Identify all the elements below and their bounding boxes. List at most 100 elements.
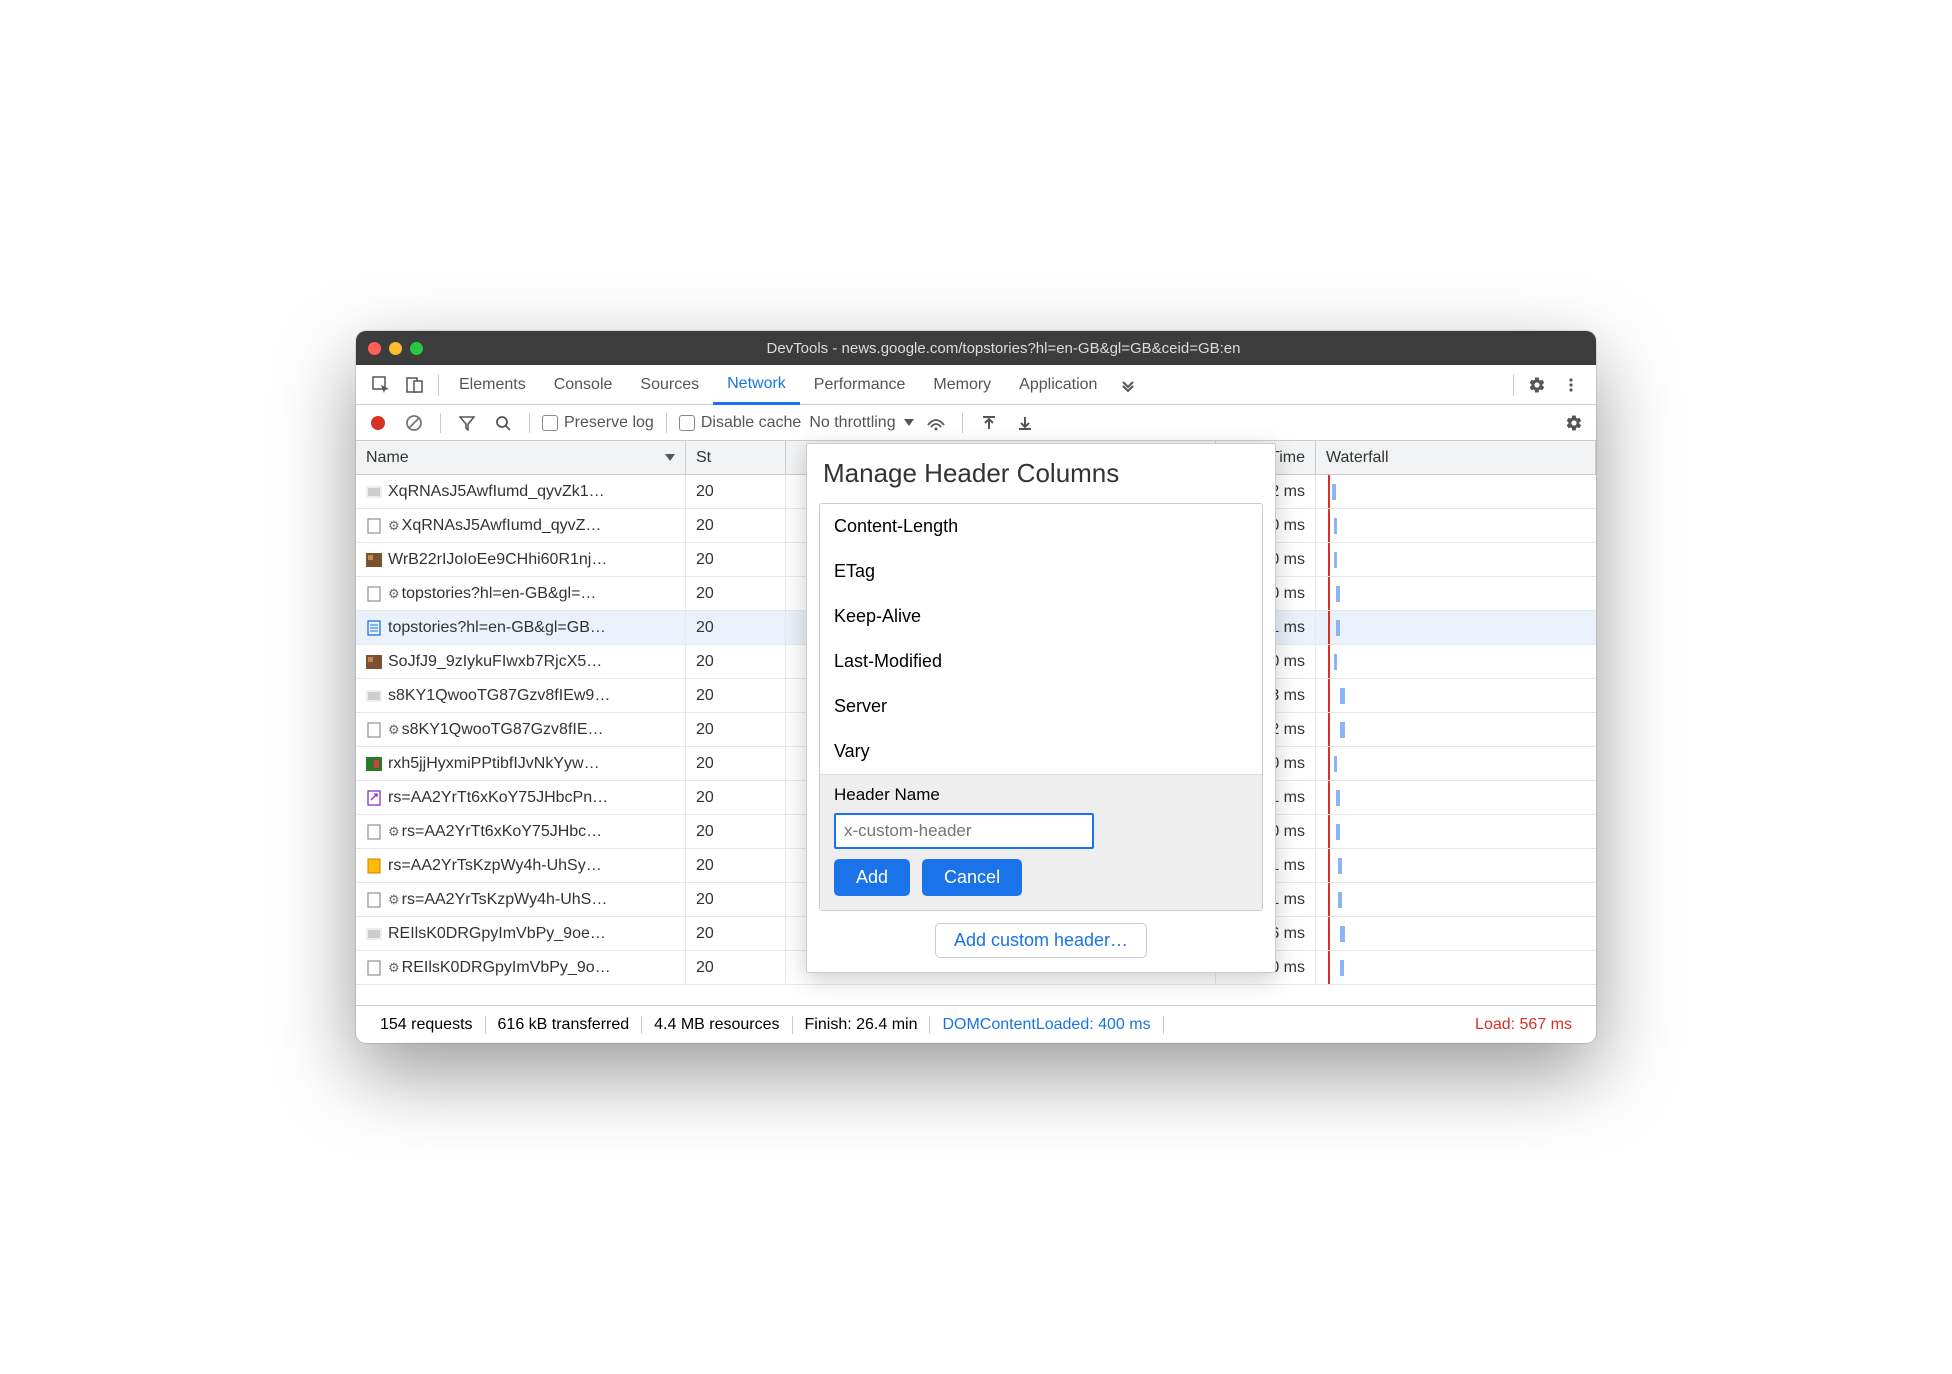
separator bbox=[1513, 374, 1514, 396]
request-name: s8KY1QwooTG87Gzv8fIE… bbox=[388, 721, 604, 739]
request-name: rs=AA2YrTt6xKoY75JHbcPn… bbox=[388, 789, 608, 807]
waterfall-marker bbox=[1328, 747, 1330, 780]
cell-name: WrB22rIJoIoEe9CHhi60R1nj… bbox=[356, 543, 686, 576]
add-custom-header-button[interactable]: Add custom header… bbox=[935, 923, 1147, 958]
cell-waterfall bbox=[1316, 475, 1596, 508]
cell-name: rs=AA2YrTt6xKoY75JHbcPn… bbox=[356, 781, 686, 814]
cell-waterfall bbox=[1316, 883, 1596, 916]
waterfall-bar bbox=[1334, 654, 1337, 670]
more-tabs-icon[interactable] bbox=[1111, 368, 1145, 402]
cell-name: s8KY1QwooTG87Gzv8fIEw9… bbox=[356, 679, 686, 712]
request-name: s8KY1QwooTG87Gzv8fIEw9… bbox=[388, 687, 610, 705]
close-window-button[interactable] bbox=[368, 342, 381, 355]
waterfall-marker bbox=[1328, 543, 1330, 576]
settings-icon[interactable] bbox=[1520, 368, 1554, 402]
request-name: rs=AA2YrTsKzpWy4h-UhS… bbox=[388, 891, 607, 909]
request-name: rxh5jjHyxmiPPtibfIJvNkYyw… bbox=[388, 755, 600, 773]
img-file-icon bbox=[366, 688, 382, 704]
network-conditions-icon[interactable] bbox=[922, 409, 950, 437]
header-list-item[interactable]: Content-Length bbox=[820, 504, 1262, 549]
devtools-window: DevTools - news.google.com/topstories?hl… bbox=[356, 331, 1596, 1043]
header-list-item[interactable]: Server bbox=[820, 684, 1262, 729]
header-list-item[interactable]: Keep-Alive bbox=[820, 594, 1262, 639]
search-icon[interactable] bbox=[489, 409, 517, 437]
tab-application[interactable]: Application bbox=[1005, 365, 1111, 404]
add-button[interactable]: Add bbox=[834, 859, 910, 896]
waterfall-bar bbox=[1338, 892, 1342, 908]
status-finish: Finish: 26.4 min bbox=[793, 1016, 931, 1034]
cell-name: s8KY1QwooTG87Gzv8fIE… bbox=[356, 713, 686, 746]
waterfall-bar bbox=[1340, 926, 1345, 942]
ext-file-icon bbox=[366, 790, 382, 806]
waterfall-marker bbox=[1328, 509, 1330, 542]
waterfall-marker bbox=[1328, 475, 1330, 508]
inspect-element-icon[interactable] bbox=[364, 368, 398, 402]
cell-status: 20 bbox=[686, 543, 786, 576]
filter-icon[interactable] bbox=[453, 409, 481, 437]
preserve-log-checkbox[interactable]: Preserve log bbox=[542, 414, 654, 432]
statusbar: 154 requests 616 kB transferred 4.4 MB r… bbox=[356, 1005, 1596, 1043]
column-header-waterfall[interactable]: Waterfall bbox=[1316, 441, 1596, 474]
cell-name: REIlsK0DRGpyImVbPy_9o… bbox=[356, 951, 686, 984]
request-name: rs=AA2YrTt6xKoY75JHbc… bbox=[388, 823, 602, 841]
waterfall-bar bbox=[1332, 484, 1336, 500]
cell-status: 20 bbox=[686, 679, 786, 712]
kebab-menu-icon[interactable] bbox=[1554, 368, 1588, 402]
manage-header-columns-dialog: Manage Header Columns Content-LengthETag… bbox=[806, 443, 1276, 973]
waterfall-bar bbox=[1336, 824, 1340, 840]
cell-waterfall bbox=[1316, 815, 1596, 848]
header-list-item[interactable]: Vary bbox=[820, 729, 1262, 774]
status-resources: 4.4 MB resources bbox=[642, 1016, 792, 1034]
chevron-down-icon bbox=[904, 419, 914, 426]
cell-status: 20 bbox=[686, 849, 786, 882]
cell-status: 20 bbox=[686, 747, 786, 780]
cell-waterfall bbox=[1316, 645, 1596, 678]
header-list-item[interactable]: ETag bbox=[820, 549, 1262, 594]
disable-cache-checkbox[interactable]: Disable cache bbox=[679, 414, 802, 432]
cell-name: topstories?hl=en-GB&gl=… bbox=[356, 577, 686, 610]
waterfall-marker bbox=[1328, 679, 1330, 712]
column-header-name[interactable]: Name bbox=[356, 441, 686, 474]
download-har-icon[interactable] bbox=[1011, 409, 1039, 437]
cell-status: 20 bbox=[686, 509, 786, 542]
network-settings-icon[interactable] bbox=[1560, 409, 1588, 437]
header-list-item[interactable]: Last-Modified bbox=[820, 639, 1262, 684]
cell-status: 20 bbox=[686, 951, 786, 984]
cell-name: topstories?hl=en-GB&gl=GB… bbox=[356, 611, 686, 644]
cell-waterfall bbox=[1316, 611, 1596, 644]
tab-sources[interactable]: Sources bbox=[626, 365, 713, 404]
column-header-status[interactable]: St bbox=[686, 441, 786, 474]
waterfall-marker bbox=[1328, 645, 1330, 678]
waterfall-marker bbox=[1328, 883, 1330, 916]
request-name: REIlsK0DRGpyImVbPy_9o… bbox=[388, 959, 611, 977]
cell-waterfall bbox=[1316, 951, 1596, 984]
blank-file-icon bbox=[366, 518, 382, 534]
cell-name: rxh5jjHyxmiPPtibfIJvNkYyw… bbox=[356, 747, 686, 780]
tab-performance[interactable]: Performance bbox=[800, 365, 920, 404]
minimize-window-button[interactable] bbox=[389, 342, 402, 355]
img-file-icon bbox=[366, 484, 382, 500]
header-list: Content-LengthETagKeep-AliveLast-Modifie… bbox=[819, 503, 1263, 911]
status-domcontentloaded: DOMContentLoaded: 400 ms bbox=[930, 1016, 1163, 1034]
custom-header-input[interactable] bbox=[834, 813, 1094, 849]
upload-har-icon[interactable] bbox=[975, 409, 1003, 437]
thumb2-file-icon bbox=[366, 756, 382, 772]
tab-network[interactable]: Network bbox=[713, 366, 800, 405]
window-title: DevTools - news.google.com/topstories?hl… bbox=[423, 340, 1584, 357]
device-toolbar-icon[interactable] bbox=[398, 368, 432, 402]
tab-console[interactable]: Console bbox=[540, 365, 627, 404]
js-file-icon bbox=[366, 858, 382, 874]
cell-status: 20 bbox=[686, 917, 786, 950]
cancel-button[interactable]: Cancel bbox=[922, 859, 1022, 896]
record-button[interactable] bbox=[364, 409, 392, 437]
tab-elements[interactable]: Elements bbox=[445, 365, 540, 404]
clear-icon[interactable] bbox=[400, 409, 428, 437]
cell-name: SoJfJ9_9zIykuFIwxb7RjcX5… bbox=[356, 645, 686, 678]
tab-memory[interactable]: Memory bbox=[919, 365, 1005, 404]
cell-status: 20 bbox=[686, 815, 786, 848]
blank-file-icon bbox=[366, 824, 382, 840]
waterfall-bar bbox=[1334, 518, 1337, 534]
throttling-select[interactable]: No throttling bbox=[809, 414, 914, 432]
thumb-file-icon bbox=[366, 654, 382, 670]
zoom-window-button[interactable] bbox=[410, 342, 423, 355]
